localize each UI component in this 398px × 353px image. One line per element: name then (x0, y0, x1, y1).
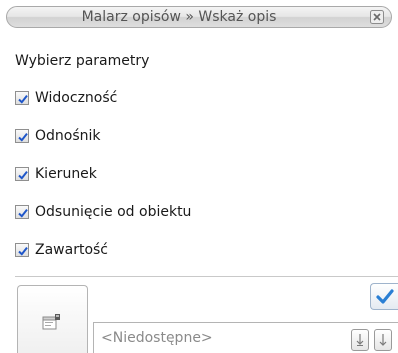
option-direction[interactable]: Kierunek (15, 164, 97, 184)
divider (15, 276, 398, 277)
option-offset[interactable]: Odsunięcie od obiektu (15, 202, 191, 222)
combo-value: <Niedostępne> (101, 330, 213, 346)
pick-up-arrow-icon[interactable] (351, 329, 369, 351)
option-label: Kierunek (35, 166, 97, 182)
offset-checkbox[interactable] (15, 205, 29, 219)
value-combobox[interactable]: <Niedostępne> (93, 322, 398, 353)
section-heading: Wybierz parametry (15, 53, 150, 69)
reference-checkbox[interactable] (15, 129, 29, 143)
option-content[interactable]: Zawartość (15, 240, 108, 260)
close-icon[interactable] (370, 10, 384, 24)
option-label: Widoczność (35, 90, 118, 106)
window-title: Malarz opisów » Wskaż opis (81, 9, 277, 25)
settings-button[interactable] (17, 285, 88, 353)
option-visibility[interactable]: Widoczność (15, 88, 117, 108)
option-label: Zawartość (35, 242, 109, 258)
direction-checkbox[interactable] (15, 167, 29, 181)
option-reference[interactable]: Odnośnik (15, 126, 101, 146)
option-label: Odsunięcie od obiektu (35, 204, 192, 220)
ok-button[interactable] (370, 283, 398, 310)
option-label: Odnośnik (35, 128, 101, 144)
visibility-checkbox[interactable] (15, 91, 29, 105)
title-bar: Malarz opisów » Wskaż opis (6, 6, 392, 28)
content-checkbox[interactable] (15, 243, 29, 257)
pick-down-arrow-icon[interactable] (374, 329, 392, 351)
